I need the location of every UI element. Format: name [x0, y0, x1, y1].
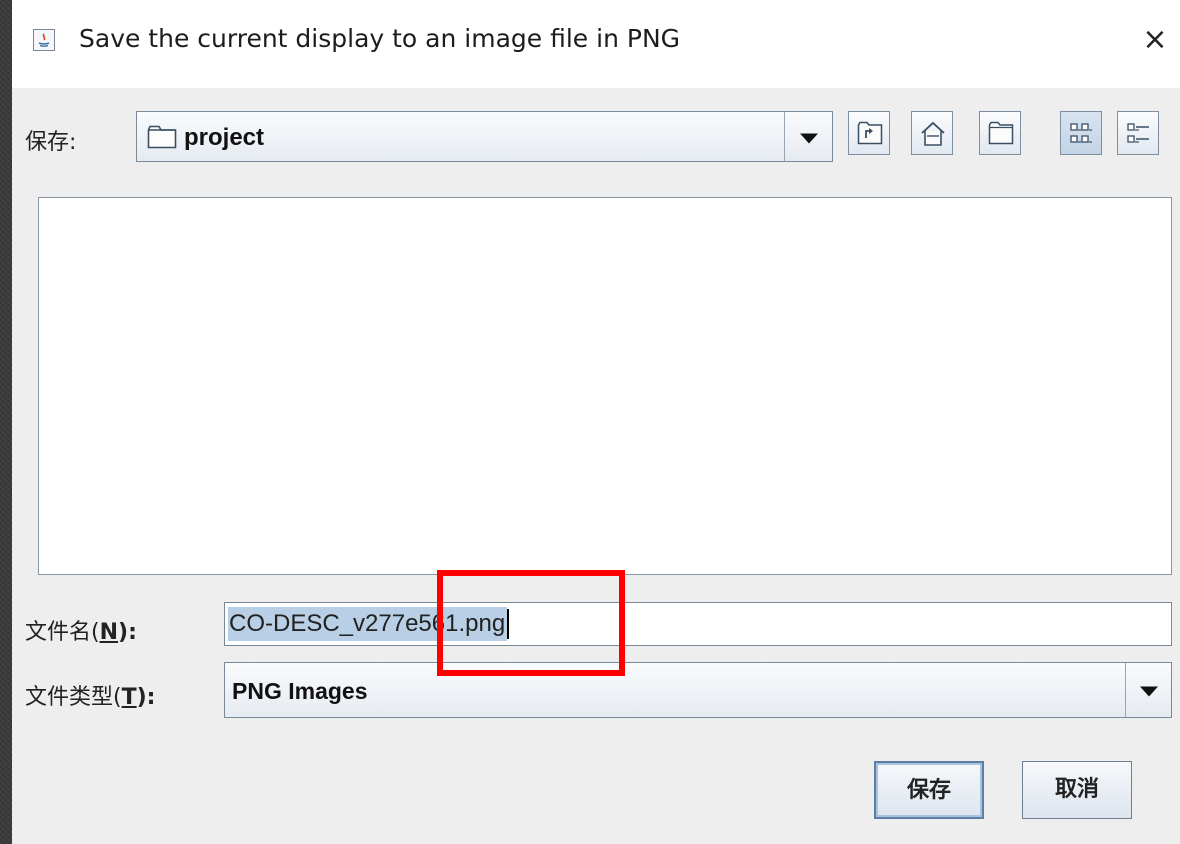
filename-field[interactable]: CO-DESC_v277e561.png — [224, 602, 1172, 646]
filetype-mnemonic: T — [121, 685, 137, 710]
chevron-down-icon — [799, 133, 818, 143]
folder-icon — [147, 125, 177, 153]
folder-up-icon — [857, 121, 883, 145]
filetype-value: PNG Images — [232, 678, 368, 704]
home-icon — [921, 121, 945, 146]
save-in-label: 保存: — [25, 130, 77, 155]
list-view-icon — [1070, 123, 1092, 143]
filename-mnemonic: N — [99, 620, 119, 645]
highlight-box — [437, 570, 625, 676]
filetype-label-suffix: ): — [136, 685, 156, 710]
java-icon — [33, 29, 55, 51]
details-view-button[interactable] — [1117, 111, 1159, 155]
home-button[interactable] — [911, 111, 953, 155]
list-view-button[interactable] — [1060, 111, 1102, 155]
filename-label: 文件名(N): — [25, 614, 137, 646]
new-folder-button[interactable] — [979, 111, 1021, 155]
cancel-button[interactable]: 取消 — [1022, 761, 1132, 819]
chevron-down-icon — [1139, 686, 1158, 697]
filetype-dropdown-arrow[interactable] — [1125, 663, 1171, 717]
new-folder-icon — [988, 121, 1014, 145]
filetype-label-prefix: 文件类型( — [25, 685, 122, 710]
close-button[interactable]: × — [1139, 24, 1171, 56]
title-bar: Save the current display to an image fil… — [12, 0, 1180, 88]
filetype-label: 文件类型(T): — [25, 679, 155, 711]
window-title: Save the current display to an image fil… — [79, 24, 681, 53]
filename-label-suffix: ): — [118, 620, 137, 645]
details-view-icon — [1127, 123, 1149, 143]
filetype-combobox[interactable]: PNG Images — [224, 662, 1172, 718]
save-dialog: Save the current display to an image fil… — [12, 0, 1180, 844]
current-folder-name: project — [184, 124, 265, 151]
filename-label-prefix: 文件名( — [25, 620, 100, 645]
save-in-combobox[interactable]: project — [136, 111, 833, 162]
save-in-dropdown-arrow[interactable] — [784, 112, 832, 161]
save-button[interactable]: 保存 — [874, 761, 984, 819]
file-list[interactable] — [38, 197, 1172, 575]
up-one-level-button[interactable] — [848, 111, 890, 155]
